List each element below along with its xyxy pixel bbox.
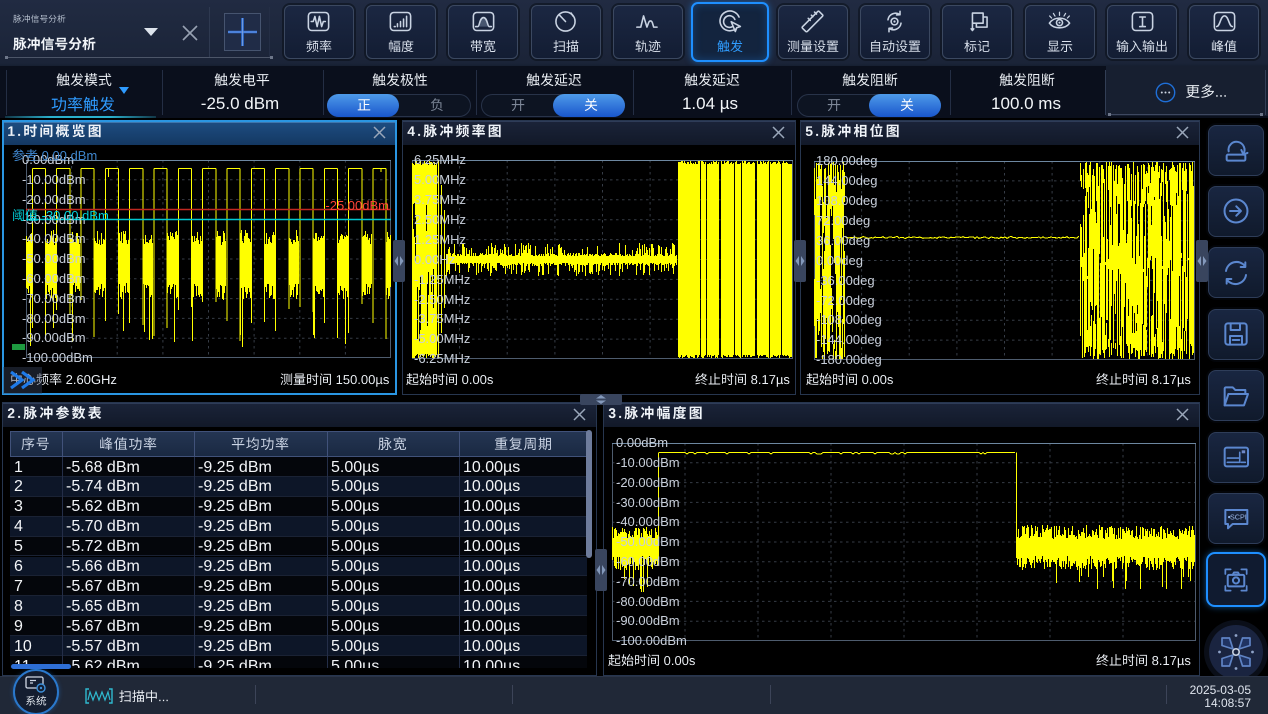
svg-text:SCPI: SCPI [1230,513,1247,522]
